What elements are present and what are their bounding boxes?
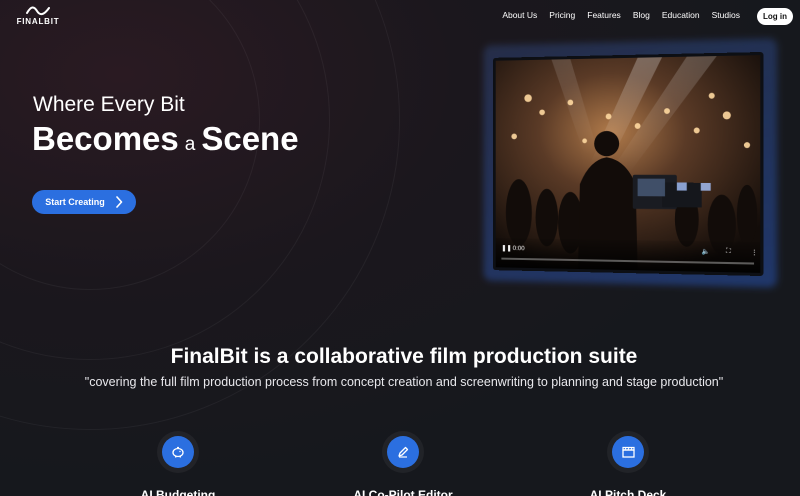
video-player[interactable]: ❚❚ 0:00 🔈 ⛶ ⋮ [492, 51, 764, 277]
top-navigation: FINALBIT About Us Pricing Features Blog … [0, 0, 800, 34]
start-creating-label: Start Creating [45, 197, 105, 207]
feature-ai-pitch-deck[interactable]: AI Pitch Deck [568, 431, 688, 496]
chevron-right-icon [115, 196, 123, 208]
feature-ai-co-pilot-editor[interactable]: AI Co-Pilot Editor [343, 431, 463, 496]
logo-wave-icon [26, 6, 50, 16]
video-controls-bar [495, 238, 761, 273]
volume-icon[interactable]: 🔈 [701, 247, 709, 255]
nav-links: About Us Pricing Features Blog Education… [502, 10, 740, 20]
logo-text: FINALBIT [16, 17, 60, 26]
login-button[interactable]: Log in [757, 8, 793, 25]
feature-icon-ring [382, 431, 424, 473]
page: FINALBIT About Us Pricing Features Blog … [0, 0, 800, 496]
feature-icon-ring [607, 431, 649, 473]
nav-link-about-us[interactable]: About Us [502, 10, 537, 20]
hero-word-scene: Scene [201, 120, 299, 157]
fullscreen-icon[interactable]: ⛶ [726, 248, 731, 256]
finalbit-logo[interactable]: FINALBIT [16, 5, 60, 29]
feature-label: AI Pitch Deck [589, 488, 667, 496]
feature-label: AI Co-Pilot Editor [353, 488, 453, 496]
intro-title: FinalBit is a collaborative film product… [170, 345, 638, 368]
pen-edit-icon [387, 436, 419, 468]
nav-link-education[interactable]: Education [662, 10, 700, 20]
intro-subtitle: "covering the full film production proce… [84, 375, 724, 389]
hero-tagline: Where Every Bit [33, 93, 185, 116]
nav-link-blog[interactable]: Blog [633, 10, 650, 20]
play-pause-icon[interactable]: ❚❚ [501, 244, 511, 252]
more-options-icon[interactable]: ⋮ [751, 248, 758, 256]
hero-word-becomes: Becomes [32, 120, 179, 157]
hero-headline: Becomes a Scene [32, 120, 299, 158]
hero-word-a: a [184, 134, 196, 155]
nav-link-studios[interactable]: Studios [712, 10, 740, 20]
nav-link-pricing[interactable]: Pricing [549, 10, 575, 20]
piggy-bank-icon [162, 436, 194, 468]
feature-icon-ring [157, 431, 199, 473]
clapperboard-icon [612, 436, 644, 468]
nav-link-features[interactable]: Features [587, 10, 621, 20]
start-creating-button[interactable]: Start Creating [32, 190, 136, 214]
video-time: 0:00 [512, 245, 525, 253]
feature-label: AI Budgeting [140, 488, 216, 496]
feature-ai-budgeting[interactable]: AI Budgeting [118, 431, 238, 496]
